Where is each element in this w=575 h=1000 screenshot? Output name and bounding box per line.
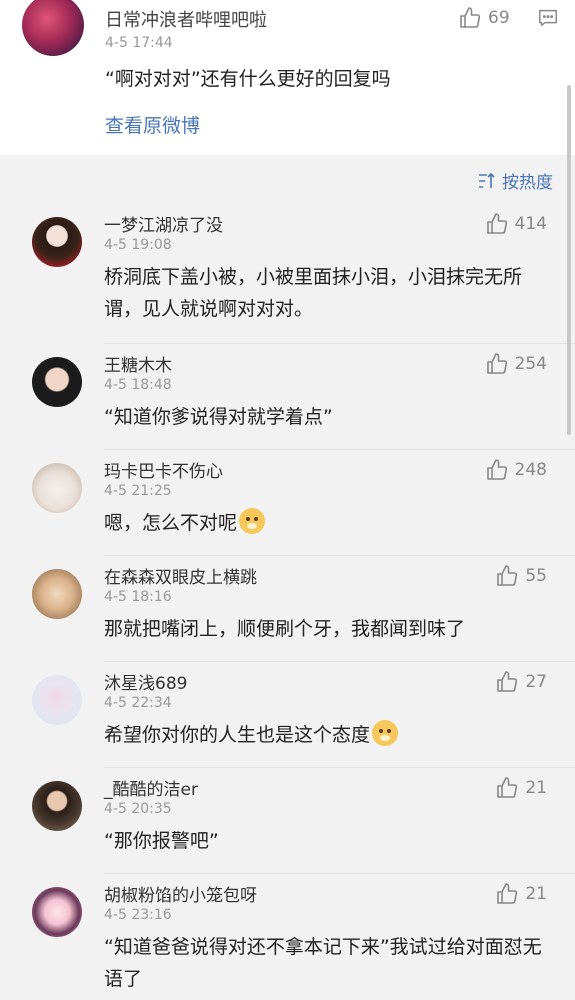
avatar[interactable]	[32, 569, 82, 619]
comment-item: 在森森双眼皮上横跳 4-5 18:16 那就把嘴闭上，顺便刷个牙，我都闻到味了 …	[0, 556, 575, 662]
comment-text: “那你报警吧”	[104, 830, 219, 852]
like-count: 21	[525, 884, 547, 904]
avatar[interactable]	[32, 463, 82, 513]
comment-username[interactable]: 在森森双眼皮上横跳	[104, 563, 257, 588]
comment-time: 4-5 21:25	[104, 483, 172, 499]
avatar[interactable]	[22, 0, 84, 56]
comment-text: 希望你对你的人生也是这个态度	[104, 724, 371, 746]
like-count: 55	[525, 566, 547, 586]
avatar[interactable]	[32, 357, 82, 407]
avatar[interactable]	[32, 781, 82, 831]
comment-time: 4-5 23:16	[104, 907, 172, 923]
comment-like-button[interactable]: 21	[495, 882, 547, 906]
comment-item: 胡椒粉馅的小笼包呀 4-5 23:16 “知道爸爸说得对还不拿本记下来”我试过给…	[0, 874, 575, 1000]
comment-time: 4-5 19:08	[104, 237, 172, 253]
comment-like-button[interactable]: 248	[485, 458, 547, 482]
thumbs-up-icon	[486, 459, 507, 480]
thumbs-up-icon	[486, 213, 507, 234]
comment-text: “知道你爹说得对就学着点”	[104, 406, 333, 428]
doge-emoji	[239, 508, 266, 534]
doge-emoji	[372, 720, 399, 746]
avatar[interactable]	[32, 675, 82, 725]
like-count: 414	[514, 214, 547, 234]
thumbs-up-icon	[497, 883, 518, 904]
comment-time: 4-5 18:48	[104, 377, 172, 393]
comment-like-button[interactable]: 55	[495, 564, 547, 588]
comment-item: 一梦江湖凉了没 4-5 19:08 桥洞底下盖小被，小被里面抹小泪，小泪抹完无所…	[0, 204, 575, 344]
comment-username[interactable]: _酷酷的洁er	[104, 775, 198, 800]
view-original-link[interactable]: 查看原微博	[105, 111, 200, 138]
comment-text-row: 希望你对你的人生也是这个态度	[104, 719, 553, 751]
comment-username[interactable]: 沐星浅689	[104, 669, 187, 694]
post-like-count: 69	[488, 8, 510, 28]
comment-text: 桥洞底下盖小被，小被里面抹小泪，小泪抹完无所谓，见人就说啊对对对。	[104, 266, 523, 320]
comment-text: 嗯，怎么不对呢	[104, 512, 238, 534]
comment-username[interactable]: 玛卡巴卡不伤心	[104, 457, 223, 482]
post-like-button[interactable]: 69	[458, 6, 510, 30]
original-post: 日常冲浪者哔哩吧啦 4-5 17:44 “啊对对对”还有什么更好的回复吗 查看原…	[0, 0, 575, 155]
thumbs-up-icon	[497, 777, 518, 798]
comment-username[interactable]: 王糖木木	[104, 351, 172, 376]
like-count: 254	[514, 354, 547, 374]
thumbs-up-icon	[460, 7, 481, 28]
message-icon	[539, 9, 557, 27]
comment-like-button[interactable]: 21	[495, 776, 547, 800]
post-time: 4-5 17:44	[105, 35, 173, 51]
comment-username[interactable]: 胡椒粉馅的小笼包呀	[104, 881, 257, 906]
avatar[interactable]	[32, 217, 82, 267]
sort-by-hot-button[interactable]: 按热度	[477, 168, 553, 193]
like-count: 21	[525, 778, 547, 798]
comment-text: “知道爸爸说得对还不拿本记下来”我试过给对面怼无语了	[104, 936, 542, 990]
scrollbar[interactable]	[567, 85, 571, 435]
comment-time: 4-5 22:34	[104, 695, 172, 711]
avatar[interactable]	[32, 887, 82, 937]
comment-text-row: 嗯，怎么不对呢	[104, 507, 553, 539]
comment-time: 4-5 18:16	[104, 589, 172, 605]
post-text: “啊对对对”还有什么更好的回复吗	[105, 68, 391, 90]
like-count: 27	[525, 672, 547, 692]
comment-time: 4-5 20:35	[104, 801, 172, 817]
comment-item: 王糖木木 4-5 18:48 “知道你爹说得对就学着点” 254	[0, 344, 575, 450]
comment-item: 玛卡巴卡不伤心 4-5 21:25 嗯，怎么不对呢 248	[0, 450, 575, 556]
post-username[interactable]: 日常冲浪者哔哩吧啦	[105, 6, 267, 32]
message-button[interactable]	[537, 7, 559, 33]
thumbs-up-icon	[486, 353, 507, 374]
comment-like-button[interactable]: 27	[495, 670, 547, 694]
comment-username[interactable]: 一梦江湖凉了没	[104, 211, 223, 236]
sort-label: 按热度	[502, 173, 553, 193]
like-count: 248	[514, 460, 547, 480]
sort-icon	[479, 172, 495, 188]
comment-like-button[interactable]: 254	[485, 352, 547, 376]
thumbs-up-icon	[497, 565, 518, 586]
thumbs-up-icon	[497, 671, 518, 692]
comment-item: 沐星浅689 4-5 22:34 希望你对你的人生也是这个态度 27	[0, 662, 575, 768]
comment-text: 那就把嘴闭上，顺便刷个牙，我都闻到味了	[104, 618, 466, 640]
comment-like-button[interactable]: 414	[485, 212, 547, 236]
comment-item: _酷酷的洁er 4-5 20:35 “那你报警吧” 21	[0, 768, 575, 874]
